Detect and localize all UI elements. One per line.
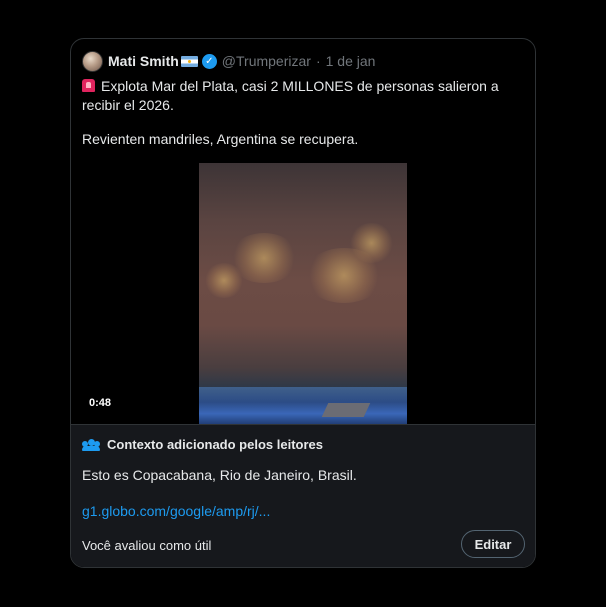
verified-badge-icon: ✓	[201, 53, 217, 69]
community-note-title-text: Contexto adicionado pelos leitores	[107, 437, 323, 452]
separator-dot: ·	[315, 53, 321, 69]
tweet-text-line1: Explota Mar del Plata, casi 2 MILLONES d…	[82, 78, 499, 113]
people-icon	[82, 438, 100, 451]
tweet-text: Explota Mar del Plata, casi 2 MILLONES d…	[82, 77, 526, 149]
author-handle[interactable]: @Trumperizar	[222, 53, 311, 69]
community-note-title: Contexto adicionado pelos leitores	[82, 437, 323, 452]
tweet-card[interactable]: Mati Smith ✓ @Trumperizar · 1 de jan Exp…	[70, 38, 536, 568]
media-container[interactable]: 0:48	[71, 163, 535, 425]
avatar[interactable]	[82, 50, 103, 72]
video-duration: 0:48	[89, 397, 112, 409]
community-note-link[interactable]: g1.globo.com/google/amp/rj/...	[82, 503, 270, 519]
pier	[321, 403, 371, 417]
city-lights	[199, 387, 407, 425]
firework-burst	[349, 223, 394, 263]
tweet-text-line2: Revienten mandriles, Argentina se recupe…	[82, 131, 359, 147]
community-note: Contexto adicionado pelos leitores Esto …	[71, 424, 535, 567]
video-player[interactable]	[199, 163, 407, 425]
author-name[interactable]: Mati Smith	[108, 53, 179, 69]
argentina-flag-icon	[180, 55, 198, 67]
firework-burst	[204, 263, 244, 298]
tweet-date[interactable]: 1 de jan	[326, 53, 376, 69]
siren-icon	[82, 79, 95, 92]
tweet-header: Mati Smith ✓ @Trumperizar · 1 de jan	[82, 50, 375, 72]
rated-status: Você avaliou como útil	[82, 538, 212, 553]
edit-rating-button[interactable]: Editar	[461, 530, 525, 558]
community-note-body: Esto es Copacabana, Rio de Janeiro, Bras…	[82, 467, 357, 483]
